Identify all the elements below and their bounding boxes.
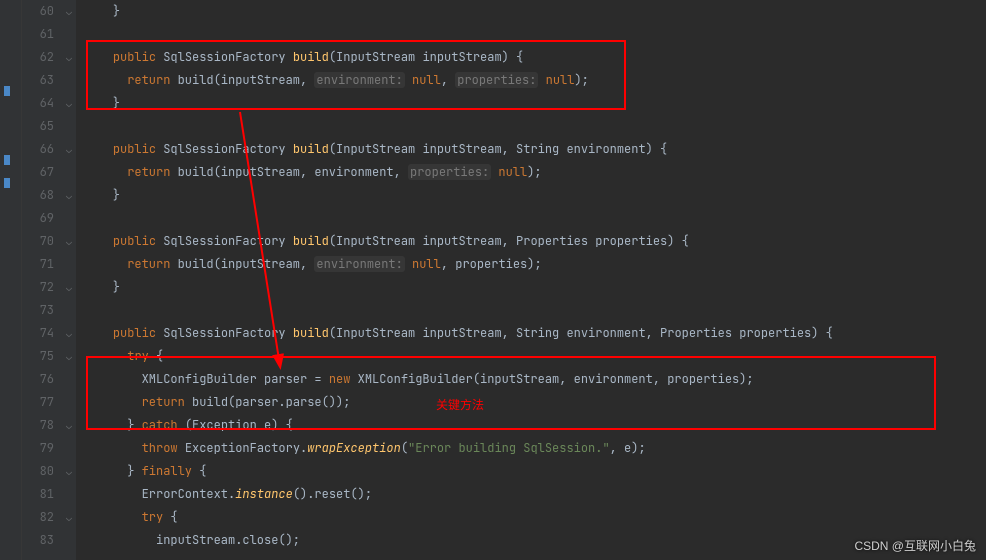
fold-marker[interactable] <box>62 161 76 184</box>
fold-marker[interactable]: ⌄ <box>62 138 76 161</box>
line-number: 77 <box>22 391 54 414</box>
line-number: 68 <box>22 184 54 207</box>
line-number: 64 <box>22 92 54 115</box>
fold-marker[interactable]: ⌄ <box>62 230 76 253</box>
fold-marker[interactable] <box>62 529 76 552</box>
line-number: 61 <box>22 23 54 46</box>
line-number: 65 <box>22 115 54 138</box>
fold-marker[interactable] <box>62 299 76 322</box>
fold-marker[interactable]: ⌄ <box>62 460 76 483</box>
line-number: 81 <box>22 483 54 506</box>
code-line[interactable]: try { <box>84 345 986 368</box>
fold-marker[interactable] <box>62 483 76 506</box>
code-line[interactable]: } catch (Exception e) { <box>84 414 986 437</box>
fold-marker[interactable] <box>62 207 76 230</box>
code-line[interactable]: return build(inputStream, environment: n… <box>84 69 986 92</box>
line-number: 62 <box>22 46 54 69</box>
code-line[interactable]: public SqlSessionFactory build(InputStre… <box>84 138 986 161</box>
line-number: 76 <box>22 368 54 391</box>
fold-marker[interactable] <box>62 437 76 460</box>
line-number: 79 <box>22 437 54 460</box>
code-line[interactable] <box>84 299 986 322</box>
fold-marker[interactable]: ⌄ <box>62 414 76 437</box>
line-number: 75 <box>22 345 54 368</box>
code-line[interactable]: public SqlSessionFactory build(InputStre… <box>84 322 986 345</box>
fold-marker[interactable]: ⌄ <box>62 184 76 207</box>
line-number: 73 <box>22 299 54 322</box>
code-line[interactable]: return build(inputStream, environment, p… <box>84 161 986 184</box>
code-line[interactable]: XMLConfigBuilder parser = new XMLConfigB… <box>84 368 986 391</box>
line-numbers: 6061626364656667686970717273747576777879… <box>22 0 62 560</box>
line-number: 74 <box>22 322 54 345</box>
code-editor: 6061626364656667686970717273747576777879… <box>0 0 986 560</box>
code-line[interactable]: } <box>84 184 986 207</box>
line-number: 82 <box>22 506 54 529</box>
code-line[interactable] <box>84 23 986 46</box>
code-line[interactable]: } <box>84 92 986 115</box>
line-number: 83 <box>22 529 54 552</box>
line-number: 66 <box>22 138 54 161</box>
line-number: 69 <box>22 207 54 230</box>
line-number: 72 <box>22 276 54 299</box>
fold-marker[interactable]: ⌄ <box>62 92 76 115</box>
watermark: CSDN @互联网小白兔 <box>854 537 976 554</box>
bookmark-marker <box>4 86 10 96</box>
fold-marker[interactable] <box>62 391 76 414</box>
fold-marker[interactable]: ⌄ <box>62 0 76 23</box>
line-number: 60 <box>22 0 54 23</box>
code-line[interactable]: throw ExceptionFactory.wrapException("Er… <box>84 437 986 460</box>
line-number: 78 <box>22 414 54 437</box>
code-line[interactable]: ErrorContext.instance().reset(); <box>84 483 986 506</box>
annotation-label: 关键方法 <box>436 396 484 413</box>
line-number: 80 <box>22 460 54 483</box>
fold-column[interactable]: ⌄⌄⌄⌄⌄⌄⌄⌄⌄⌄⌄⌄ <box>62 0 76 560</box>
code-line[interactable]: inputStream.close(); <box>84 529 986 552</box>
code-line[interactable]: return build(inputStream, environment: n… <box>84 253 986 276</box>
fold-marker[interactable]: ⌄ <box>62 46 76 69</box>
code-line[interactable] <box>84 207 986 230</box>
code-line[interactable]: public SqlSessionFactory build(InputStre… <box>84 46 986 69</box>
code-line[interactable] <box>84 115 986 138</box>
bookmark-marker <box>4 155 10 165</box>
code-line[interactable]: } finally { <box>84 460 986 483</box>
bookmark-marker <box>4 178 10 188</box>
line-number: 71 <box>22 253 54 276</box>
code-line[interactable]: public SqlSessionFactory build(InputStre… <box>84 230 986 253</box>
line-number: 70 <box>22 230 54 253</box>
fold-marker[interactable]: ⌄ <box>62 345 76 368</box>
code-line[interactable]: try { <box>84 506 986 529</box>
code-line[interactable]: } <box>84 276 986 299</box>
code-area[interactable]: 关键方法 } public SqlSessionFactory build(In… <box>76 0 986 560</box>
fold-marker[interactable] <box>62 253 76 276</box>
gutter-bookmarks <box>0 0 22 560</box>
fold-marker[interactable] <box>62 115 76 138</box>
fold-marker[interactable] <box>62 368 76 391</box>
code-line[interactable]: } <box>84 0 986 23</box>
fold-marker[interactable]: ⌄ <box>62 322 76 345</box>
line-number: 63 <box>22 69 54 92</box>
fold-marker[interactable]: ⌄ <box>62 506 76 529</box>
code-line[interactable]: return build(parser.parse()); <box>84 391 986 414</box>
fold-marker[interactable] <box>62 69 76 92</box>
fold-marker[interactable]: ⌄ <box>62 276 76 299</box>
line-number: 67 <box>22 161 54 184</box>
fold-marker[interactable] <box>62 23 76 46</box>
